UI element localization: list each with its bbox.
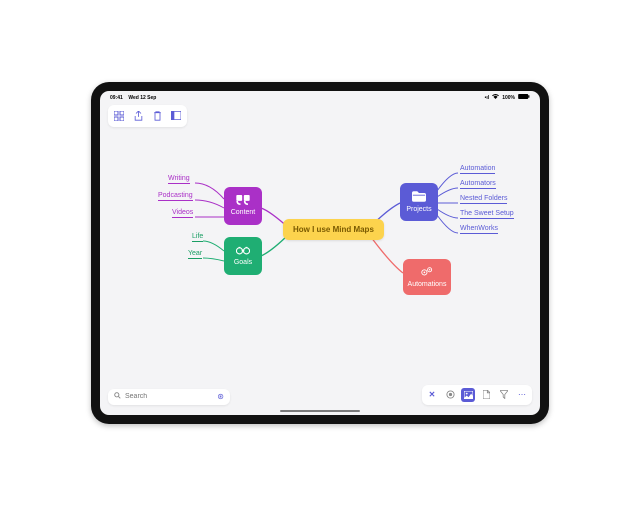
image-button[interactable] <box>461 388 475 402</box>
node-projects-label: Projects <box>406 206 431 213</box>
toolbar-bottom-right: ✕ ⋯ <box>422 385 532 405</box>
search-box[interactable]: ⊛ <box>108 389 230 405</box>
record-button[interactable] <box>443 388 457 402</box>
binoculars-icon <box>236 245 250 257</box>
node-projects[interactable]: Projects <box>400 183 438 221</box>
leaf-automators[interactable]: Automators <box>458 180 498 189</box>
central-node[interactable]: How I use Mind Maps <box>283 219 384 240</box>
search-clear-icon[interactable]: ⊛ <box>217 392 224 401</box>
leaf-whenworks[interactable]: WhenWorks <box>458 225 500 234</box>
leaf-podcasting[interactable]: Podcasting <box>156 192 195 201</box>
home-indicator[interactable] <box>280 410 360 412</box>
node-content[interactable]: Content <box>224 187 262 225</box>
central-label: How I use Mind Maps <box>293 225 374 234</box>
close-button[interactable]: ✕ <box>425 388 439 402</box>
connection-lines <box>100 91 540 415</box>
node-goals[interactable]: Goals <box>224 237 262 275</box>
node-content-label: Content <box>231 209 256 216</box>
tablet-frame: 09:41 Wed 12 Sep •ıl 100% <box>91 82 549 424</box>
gears-icon <box>420 266 434 279</box>
node-automations[interactable]: Automations <box>403 259 451 295</box>
leaf-automation[interactable]: Automation <box>458 165 497 174</box>
leaf-life[interactable]: Life <box>190 233 205 242</box>
screen: 09:41 Wed 12 Sep •ıl 100% <box>100 91 540 415</box>
search-input[interactable] <box>125 393 217 400</box>
mindmap-canvas[interactable]: How I use Mind Maps Content Goals Projec… <box>100 91 540 415</box>
folder-icon <box>412 191 426 204</box>
node-automations-label: Automations <box>408 281 447 288</box>
leaf-writing[interactable]: Writing <box>166 175 192 184</box>
leaf-nested-folders[interactable]: Nested Folders <box>458 195 509 204</box>
leaf-year[interactable]: Year <box>186 250 204 259</box>
search-icon <box>114 392 121 401</box>
filter-button[interactable] <box>497 388 511 402</box>
leaf-videos[interactable]: Videos <box>170 209 195 218</box>
quotes-icon <box>236 195 250 207</box>
file-button[interactable] <box>479 388 493 402</box>
leaf-sweet-setup[interactable]: The Sweet Setup <box>458 210 516 219</box>
more-button[interactable]: ⋯ <box>515 388 529 402</box>
node-goals-label: Goals <box>234 259 252 266</box>
